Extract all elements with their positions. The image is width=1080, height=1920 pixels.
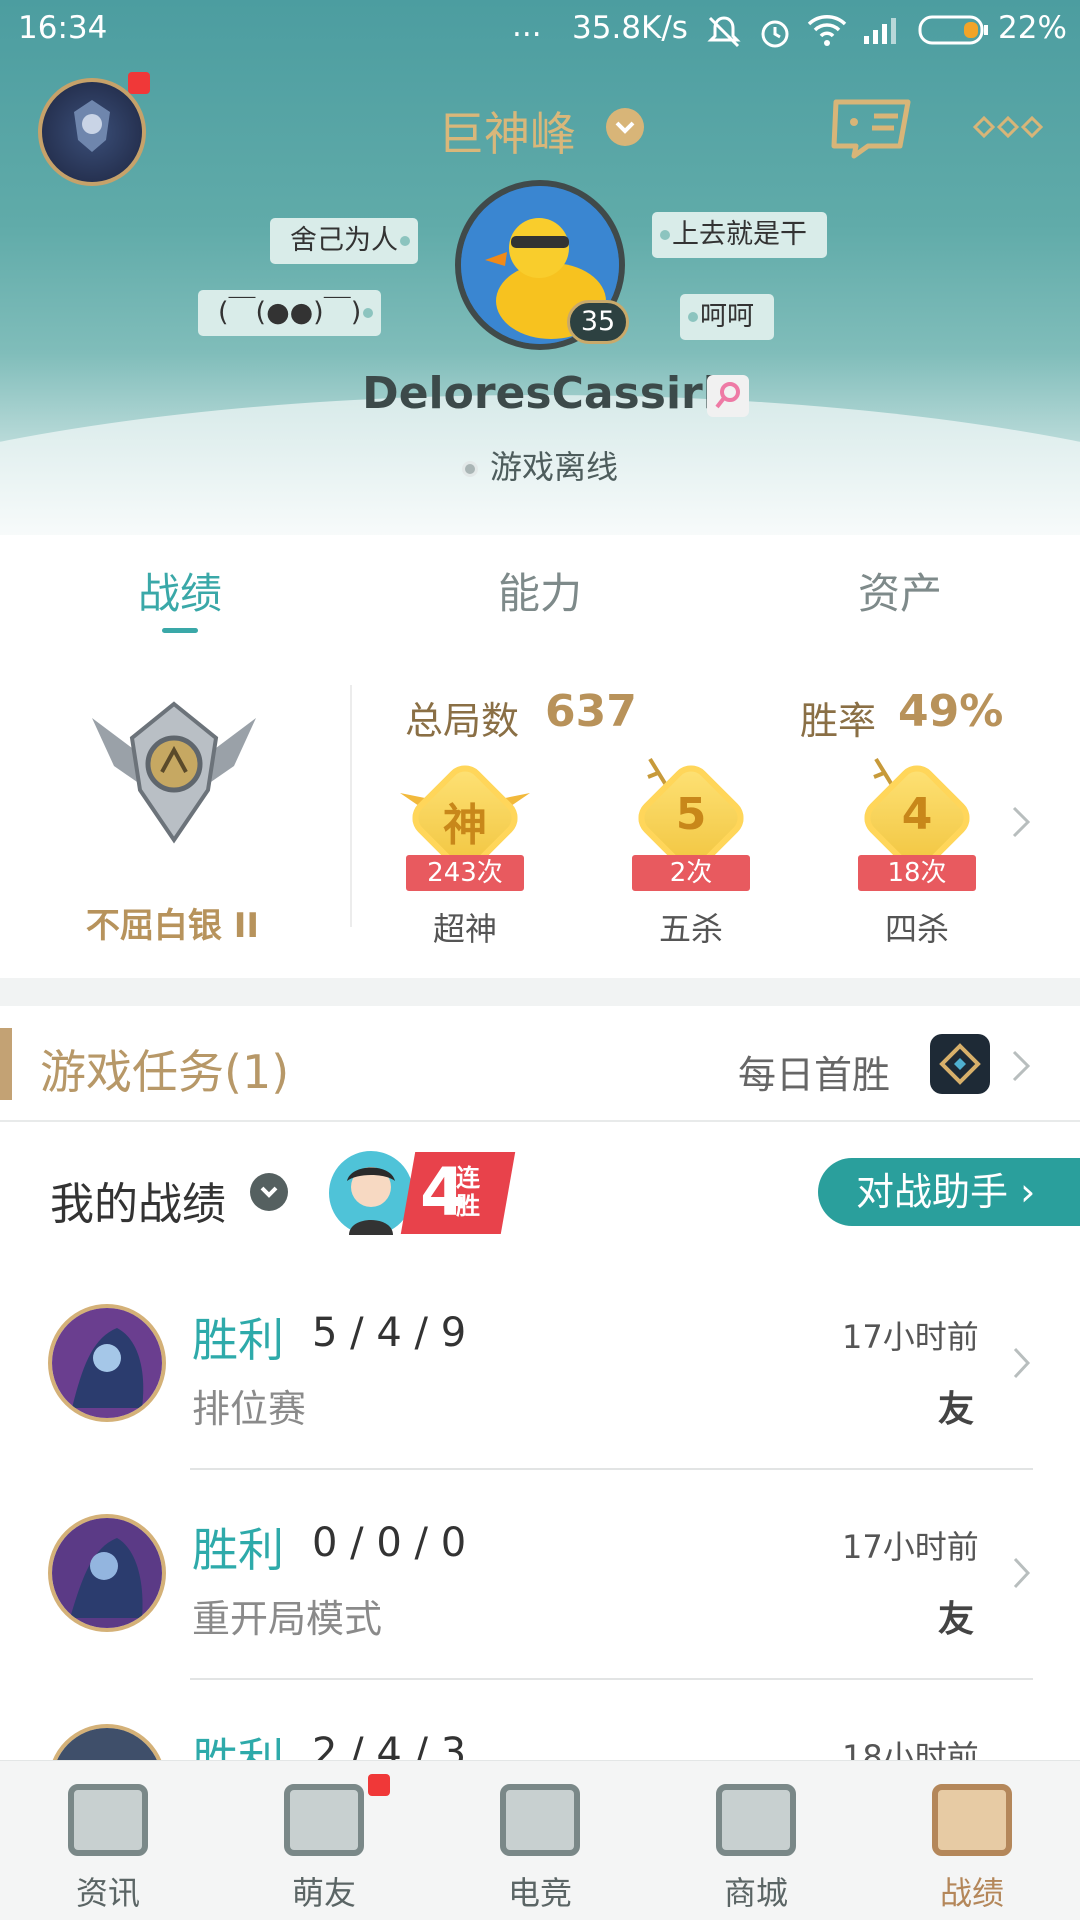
match-friend-tag: 友	[938, 1389, 975, 1430]
battery-icon	[918, 15, 988, 45]
nav-news[interactable]: 资讯	[28, 1772, 188, 1914]
mute-icon	[707, 16, 741, 48]
win-rate-value: 49%	[898, 686, 1004, 737]
news-icon	[68, 1784, 148, 1856]
tag-bubble-3: (￣(●●)￣)	[198, 290, 382, 336]
nav-store[interactable]: 商城	[676, 1772, 836, 1914]
medal-penta-kill[interactable]: 5 2次	[626, 757, 756, 905]
silver-rank-emblem-icon[interactable]	[86, 694, 262, 854]
match-result: 胜利	[192, 1313, 284, 1367]
match-time: 17小时前	[842, 1318, 979, 1356]
match-result: 胜利	[192, 1523, 284, 1577]
row-divider	[190, 1678, 1033, 1680]
champion-avatar-icon	[347, 1167, 395, 1235]
chevron-right-icon[interactable]	[1012, 1346, 1032, 1380]
friends-icon	[284, 1784, 364, 1856]
message-icon[interactable]	[828, 94, 916, 160]
nav-label: 萌友	[291, 1874, 356, 1912]
tag-bubble-4: 呵呵	[680, 294, 774, 340]
medal-count: 18次	[858, 855, 976, 891]
champion-portrait-icon	[52, 1308, 162, 1418]
medal-label: 五杀	[658, 910, 723, 948]
crest-emblem-icon	[74, 100, 110, 152]
record-icon	[932, 1784, 1012, 1856]
tag-text: 舍己为人	[290, 225, 398, 256]
row-divider	[190, 1468, 1033, 1470]
tab-ability[interactable]: 能力	[440, 560, 640, 621]
chevron-right-icon[interactable]	[1012, 1556, 1032, 1590]
nav-label: 商城	[723, 1874, 788, 1912]
rank-name: 不屈白银 II	[85, 906, 260, 946]
daily-win-badge-icon	[930, 1034, 990, 1094]
nav-record[interactable]: 战绩	[892, 1772, 1052, 1914]
nav-label: 战绩	[939, 1874, 1004, 1912]
medal-glyph: 神	[443, 800, 487, 851]
champion-portrait-icon	[52, 1518, 162, 1628]
game-tasks-title: 游戏任务(1)	[40, 1045, 290, 1099]
match-mode: 重开局模式	[192, 1597, 383, 1641]
status-dots: ...	[512, 8, 542, 44]
match-champion-icon[interactable]	[48, 1304, 166, 1422]
nickname-dropdown-icon[interactable]	[606, 108, 644, 146]
alarm-icon	[761, 20, 789, 48]
store-icon	[716, 1784, 796, 1856]
daily-first-win-label: 每日首胜	[738, 1053, 891, 1097]
tab-assets[interactable]: 资产	[800, 560, 1000, 621]
nav-label: 资讯	[75, 1874, 140, 1912]
level-badge: 35	[567, 300, 629, 344]
tag-text: (￣(●●)￣)	[218, 297, 362, 328]
tab-indicator	[162, 628, 198, 633]
medal-glyph: 5	[675, 789, 707, 840]
nav-label: 电竞	[507, 1874, 572, 1912]
medal-count: 243次	[406, 855, 524, 891]
rank-crest-avatar[interactable]	[38, 78, 146, 186]
medal-legendary[interactable]: 神 243次	[400, 757, 530, 905]
medal-label: 四杀	[884, 910, 949, 948]
offline-dot-icon	[461, 461, 478, 477]
tag-bubble-2: 上去就是干	[652, 212, 827, 258]
tag-text: 上去就是干	[672, 219, 807, 250]
match-time: 17小时前	[842, 1528, 979, 1566]
match-champion-icon[interactable]	[48, 1514, 166, 1632]
total-games-label: 总局数	[405, 699, 520, 743]
esports-icon	[500, 1784, 580, 1856]
match-friend-tag: 友	[938, 1599, 975, 1640]
tab-record[interactable]: 战绩	[80, 560, 280, 621]
my-record-title: 我的战绩	[50, 1179, 226, 1230]
friends-notification-dot	[368, 1774, 390, 1796]
gender-female-icon	[707, 375, 749, 417]
medal-label: 超神	[432, 910, 497, 948]
medal-quadra-kill[interactable]: 4 18次	[852, 757, 982, 905]
win-rate-label: 胜率	[800, 699, 877, 743]
chevron-right-icon[interactable]	[1010, 804, 1032, 840]
match-kda: 5 / 4 / 9	[312, 1310, 467, 1356]
battle-assistant-button[interactable]: 对战助手 ›	[818, 1158, 1080, 1226]
match-mode: 排位赛	[192, 1387, 307, 1431]
match-kda: 0 / 0 / 0	[312, 1520, 467, 1566]
tag-text: 呵呵	[700, 301, 754, 332]
nickname-title[interactable]: 巨神峰	[438, 98, 576, 164]
status-bar: 16:34 ... 35.8K/s 22%	[0, 0, 1080, 60]
my-record-dropdown-icon[interactable]	[250, 1173, 288, 1211]
stats-divider	[350, 685, 352, 927]
tag-bubble-1: 舍己为人	[270, 218, 418, 264]
signal-icon	[864, 18, 896, 44]
nav-esports[interactable]: 电竞	[460, 1772, 620, 1914]
online-status-text: 游戏离线	[489, 448, 618, 486]
more-icon[interactable]	[972, 114, 1046, 140]
section-gap	[0, 978, 1080, 1006]
username: DeloresCassirl	[362, 368, 718, 419]
task-accent-bar	[0, 1028, 12, 1100]
status-battery-percent: 22%	[998, 10, 1067, 46]
wifi-icon	[807, 15, 847, 46]
medal-count: 2次	[632, 855, 750, 891]
status-network-speed: 35.8K/s	[572, 10, 688, 46]
status-time: 16:34	[18, 10, 108, 46]
notification-dot	[128, 72, 150, 94]
medal-glyph: 4	[901, 789, 933, 840]
online-status: 游戏离线	[0, 442, 1080, 488]
chevron-right-icon[interactable]	[1010, 1048, 1032, 1084]
total-games-value: 637	[545, 686, 637, 737]
win-streak-text: 连胜	[456, 1164, 480, 1220]
